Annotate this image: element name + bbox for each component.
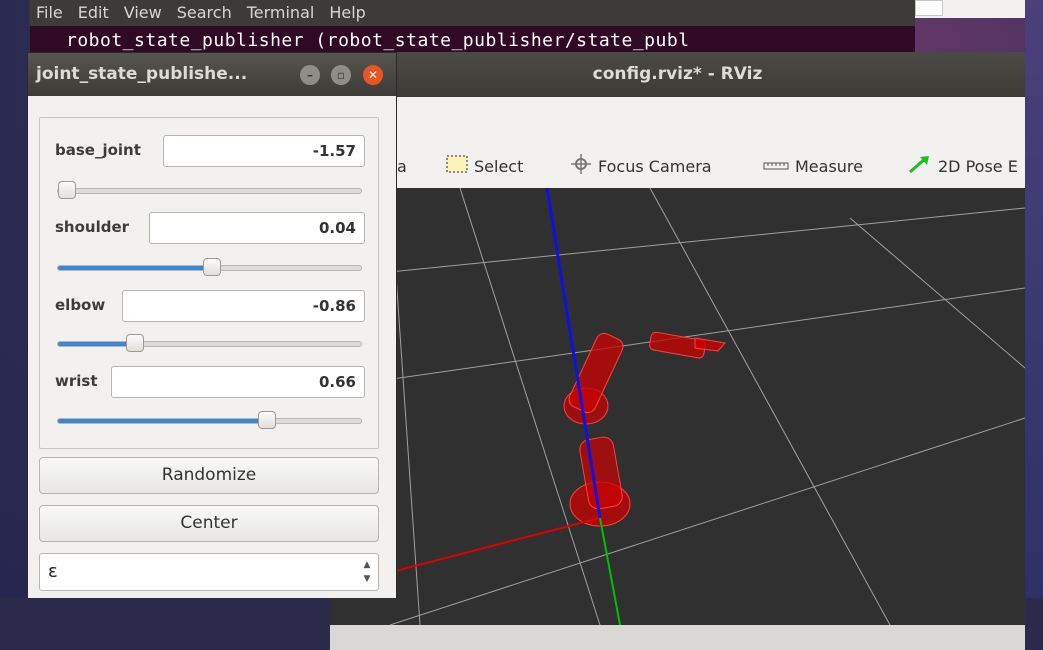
grid-line bbox=[389, 417, 1025, 625]
tool-pose-label: 2D Pose E bbox=[938, 156, 1018, 176]
robot-arm-model bbox=[563, 331, 726, 527]
slider-fill bbox=[58, 266, 213, 270]
slider-fill bbox=[58, 419, 267, 423]
green-arrow-icon bbox=[908, 154, 932, 178]
grid-line bbox=[649, 188, 891, 625]
jsp-titlebar[interactable]: joint_state_publishe... – ▫ ✕ bbox=[28, 53, 396, 96]
rviz-toolbar: a Select Focus Camera Measure 2D Pose E bbox=[330, 147, 1025, 185]
tool-partial[interactable]: a bbox=[397, 147, 407, 185]
joint-label-elbow: elbow bbox=[55, 296, 106, 314]
tool-2d-pose-estimate[interactable]: 2D Pose E bbox=[908, 147, 1018, 185]
focus-camera-icon bbox=[570, 153, 592, 179]
slider-handle[interactable] bbox=[126, 334, 145, 352]
joint-value-base[interactable]: -1.57 bbox=[163, 135, 365, 167]
slider-elbow[interactable] bbox=[57, 334, 362, 352]
tool-focus-camera[interactable]: Focus Camera bbox=[570, 147, 712, 185]
menu-help[interactable]: Help bbox=[329, 0, 365, 26]
scene-svg bbox=[330, 188, 1025, 625]
slider-handle[interactable] bbox=[58, 181, 76, 199]
slider-handle[interactable] bbox=[203, 258, 222, 276]
joints-group: base_joint -1.57 shoulder 0.04 elbow -0.… bbox=[39, 117, 379, 449]
joint-value-elbow[interactable]: -0.86 bbox=[122, 290, 365, 322]
combo-selector[interactable]: ε ▲ ▼ bbox=[39, 553, 379, 591]
menu-terminal[interactable]: Terminal bbox=[247, 0, 315, 26]
joint-label-wrist: wrist bbox=[55, 372, 98, 390]
desktop-edge bbox=[1025, 0, 1043, 598]
joint-state-publisher-window: joint_state_publishe... – ▫ ✕ base_joint… bbox=[27, 52, 397, 598]
joint-label-shoulder: shoulder bbox=[55, 218, 130, 236]
terminal-menubar: File Edit View Search Terminal Help bbox=[30, 0, 915, 26]
tool-focus-camera-label: Focus Camera bbox=[598, 156, 712, 176]
tool-measure[interactable]: Measure bbox=[763, 147, 863, 185]
jsp-title: joint_state_publishe... bbox=[36, 64, 248, 84]
menu-search[interactable]: Search bbox=[177, 0, 232, 26]
tool-select[interactable]: Select bbox=[446, 147, 523, 185]
background-field bbox=[915, 0, 943, 16]
combo-value: ε bbox=[48, 561, 58, 582]
close-icon[interactable]: ✕ bbox=[363, 65, 383, 85]
slider-handle[interactable] bbox=[257, 411, 276, 429]
y-axis-line bbox=[599, 517, 621, 625]
rviz-title: config.rviz* - RViz bbox=[330, 52, 1025, 97]
randomize-button[interactable]: Randomize bbox=[39, 457, 379, 494]
terminal-output-line: robot_state_publisher (robot_state_publi… bbox=[66, 30, 690, 51]
ground-grid bbox=[330, 188, 1025, 625]
3d-viewport[interactable] bbox=[330, 188, 1025, 625]
joint-label-base: base_joint bbox=[55, 141, 141, 159]
menu-file[interactable]: File bbox=[36, 0, 63, 26]
menu-edit[interactable]: Edit bbox=[78, 0, 109, 26]
ruler-icon bbox=[763, 157, 789, 176]
spin-arrows-icon[interactable]: ▲ ▼ bbox=[360, 558, 374, 586]
slider-wrist[interactable] bbox=[57, 411, 362, 429]
slider-fill bbox=[58, 342, 136, 346]
menu-view[interactable]: View bbox=[124, 0, 162, 26]
tool-select-label: Select bbox=[474, 156, 524, 176]
slider-base[interactable] bbox=[57, 181, 362, 199]
slider-shoulder[interactable] bbox=[57, 258, 362, 276]
background-window-edge bbox=[915, 0, 1025, 18]
robot-gripper bbox=[694, 337, 726, 352]
select-icon bbox=[446, 154, 468, 178]
minimize-icon[interactable]: – bbox=[300, 65, 320, 85]
tool-measure-label: Measure bbox=[795, 156, 863, 176]
joint-value-wrist[interactable]: 0.66 bbox=[111, 366, 365, 398]
center-button[interactable]: Center bbox=[39, 505, 379, 542]
joint-value-shoulder[interactable]: 0.04 bbox=[149, 212, 365, 244]
rviz-bottom-panel bbox=[330, 625, 1025, 650]
rviz-window: config.rviz* - RViz a Select Focus Camer… bbox=[330, 52, 1025, 650]
rviz-menubar bbox=[330, 97, 1025, 125]
tool-partial-label: a bbox=[397, 156, 407, 176]
maximize-icon[interactable]: ▫ bbox=[331, 65, 351, 85]
grid-line bbox=[849, 217, 1025, 369]
grid-line bbox=[330, 207, 1025, 279]
